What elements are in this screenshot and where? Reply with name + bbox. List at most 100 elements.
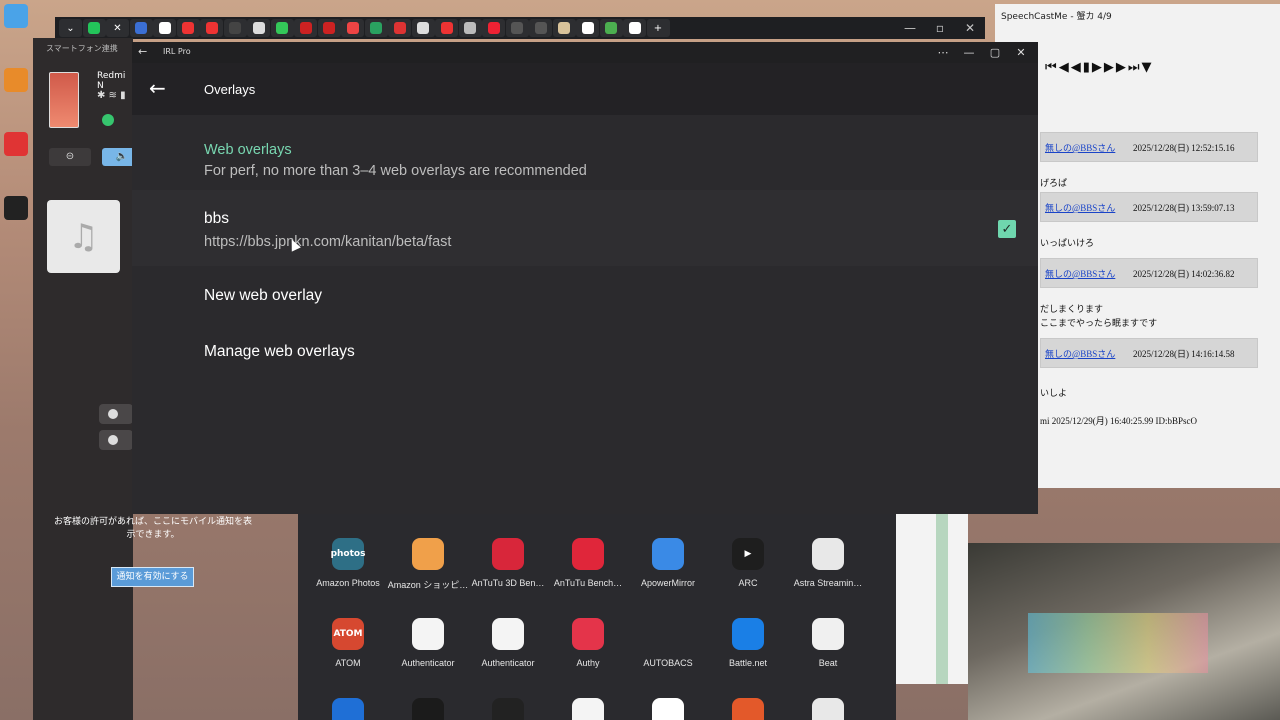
app-label: Authy (576, 658, 600, 668)
playback-toolbar[interactable]: ⏮◀◀▮▶▶▶⏭▼ (1045, 60, 1154, 75)
tab-favicon[interactable] (200, 19, 223, 37)
tab-favicon[interactable] (505, 19, 529, 37)
app-tile[interactable]: Astra Streamin… (783, 538, 873, 588)
app-tile[interactable]: Authenticator (463, 618, 553, 668)
tab-favicon[interactable] (599, 19, 623, 37)
tab-favicon[interactable] (623, 19, 646, 37)
do-not-disturb-button[interactable]: ⊝ (49, 148, 91, 166)
overlay-enabled-checkbox[interactable]: ✓ (998, 220, 1016, 238)
background-window (896, 513, 968, 684)
new-web-overlay-item[interactable]: New web overlay (204, 287, 322, 305)
close-icon[interactable]: ✕ (106, 19, 129, 37)
app-label: Authenticator (401, 658, 455, 668)
preference-category: Web overlays For perf, no more than 3–4 … (204, 142, 587, 179)
app-tile[interactable]: AnTuTu 3D Ben… (463, 538, 553, 588)
toggle-switch[interactable] (99, 404, 133, 424)
app-icon[interactable] (412, 698, 444, 720)
chevron-down-icon[interactable]: ⌄ (59, 19, 82, 37)
app-tile[interactable]: AnTuTu Bench… (543, 538, 633, 588)
app-icon[interactable] (492, 698, 524, 720)
tab-favicon[interactable] (82, 19, 106, 37)
app-icon[interactable] (732, 698, 764, 720)
chat-author[interactable]: 無しの@BBSさん (1045, 201, 1115, 214)
browser-tab-strip: ⌄ ✕ + — ▫ ✕ (55, 17, 985, 39)
app-label: Beat (818, 658, 838, 668)
app-label: Amazon Photos (316, 578, 380, 588)
irl-pro-window: ← IRL Pro ⋯ — ▢ ✕ ← Overlays Web overlay… (132, 42, 1038, 514)
browser-window-controls: — ▫ ✕ (895, 17, 985, 39)
close-icon[interactable]: ✕ (955, 17, 985, 39)
enable-notifications-button[interactable]: 通知を有効にする (111, 567, 194, 587)
app-icon[interactable] (652, 698, 684, 720)
app-label: Authenticator (481, 658, 535, 668)
app-tile[interactable]: ▶ ARC (703, 538, 793, 588)
tab-favicon[interactable] (576, 19, 599, 37)
tab-favicon[interactable] (294, 19, 317, 37)
tab-favicon[interactable] (247, 19, 270, 37)
desktop-icons (4, 4, 32, 260)
manage-web-overlays-item[interactable]: Manage web overlays (204, 343, 355, 361)
back-arrow-icon[interactable]: ← (138, 45, 147, 58)
app-tile[interactable]: Authy (543, 618, 633, 668)
maximize-icon[interactable]: ▢ (982, 42, 1008, 63)
app-icon[interactable] (332, 698, 364, 720)
app-tile[interactable]: AUTOBACS (623, 618, 713, 668)
tab-favicon[interactable] (317, 19, 341, 37)
overlay-url: https://bbs.jpnkn.com/kanitan/beta/fast (204, 234, 452, 250)
back-arrow-icon[interactable]: ← (149, 76, 166, 100)
desktop-icon[interactable] (4, 196, 28, 220)
app-tile[interactable]: Beat (783, 618, 873, 668)
page-title: Overlays (204, 82, 256, 97)
app-grid: photos Amazon Photos Amazon ショッピ… AnTuTu 3D… (298, 513, 896, 720)
overlay-item-bbs[interactable]: bbs https://bbs.jpnkn.com/kanitan/beta/f… (132, 190, 1038, 266)
desktop-icon[interactable] (4, 4, 28, 28)
chat-author[interactable]: 無しの@BBSさん (1045, 267, 1115, 280)
chat-author[interactable]: 無しの@BBSさん (1045, 347, 1115, 360)
app-label: ATOM (335, 658, 361, 668)
desktop-icon[interactable] (4, 132, 28, 156)
speechcast-title: SpeechCastMe - 蟹カ 4/9 (1001, 12, 1112, 22)
chat-author[interactable]: 無しの@BBSさん (1045, 141, 1115, 154)
tab-favicon[interactable] (153, 19, 176, 37)
tab-favicon[interactable] (129, 19, 153, 37)
more-icon[interactable]: ⋯ (930, 42, 956, 63)
chat-row[interactable]: 無しの@BBSさん 2025/12/28(日) 12:52:15.16 (1040, 132, 1258, 162)
app-icon: ▶ (732, 538, 764, 570)
app-icon: photos (331, 538, 365, 570)
tab-favicon[interactable] (552, 19, 576, 37)
close-icon[interactable]: ✕ (1008, 42, 1034, 63)
tab-favicon[interactable] (364, 19, 388, 37)
app-tile[interactable]: ApowerMirror (623, 538, 713, 588)
app-icon[interactable] (812, 698, 844, 720)
tab-favicon[interactable] (411, 19, 435, 37)
minimize-icon[interactable]: — (895, 17, 925, 39)
music-note-icon[interactable]: ♫ (47, 200, 120, 273)
tab-favicon[interactable] (388, 19, 411, 37)
tab-favicon[interactable] (458, 19, 482, 37)
chat-row[interactable]: 無しの@BBSさん 2025/12/28(日) 13:59:07.13 (1040, 192, 1258, 222)
app-tile[interactable]: Battle.net (703, 618, 793, 668)
app-tile[interactable]: photos Amazon Photos (303, 538, 393, 588)
new-tab-icon[interactable]: + (646, 19, 670, 37)
app-label: AnTuTu Bench… (553, 578, 623, 588)
app-label: Astra Streamin… (793, 578, 863, 588)
tab-favicon[interactable] (270, 19, 294, 37)
phone-thumbnail[interactable] (49, 72, 79, 128)
tab-favicon[interactable] (341, 19, 364, 37)
tab-favicon[interactable] (482, 19, 505, 37)
tab-favicon[interactable] (435, 19, 458, 37)
chat-row[interactable]: 無しの@BBSさん 2025/12/28(日) 14:16:14.58 (1040, 338, 1258, 368)
tab-favicon[interactable] (176, 19, 200, 37)
app-icon[interactable] (572, 698, 604, 720)
desktop-icon[interactable] (4, 68, 28, 92)
tab-favicon[interactable] (223, 19, 247, 37)
tab-favicon[interactable] (529, 19, 552, 37)
minimize-icon[interactable]: — (956, 42, 982, 63)
app-tile[interactable]: ATOM ATOM (303, 618, 393, 668)
app-label: ApowerMirror (640, 578, 695, 588)
app-tile[interactable]: Authenticator (383, 618, 473, 668)
maximize-icon[interactable]: ▫ (925, 17, 955, 39)
toggle-switch[interactable] (99, 430, 133, 450)
app-tile[interactable]: Amazon ショッピ… (383, 538, 473, 591)
chat-row[interactable]: 無しの@BBSさん 2025/12/28(日) 14:02:36.82 (1040, 258, 1258, 288)
